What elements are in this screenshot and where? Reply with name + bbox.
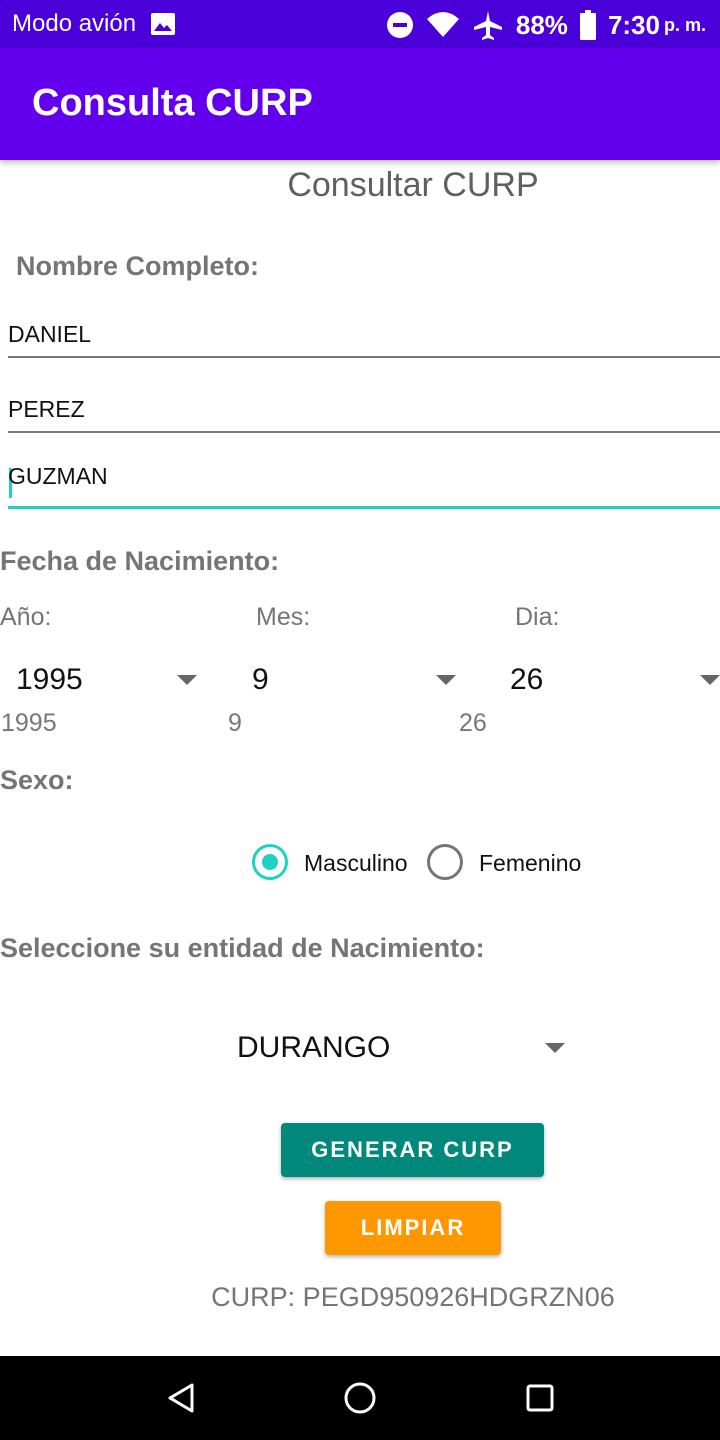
chevron-down-icon — [436, 675, 456, 685]
chevron-down-icon — [545, 1043, 565, 1053]
state-spinner[interactable]: DURANGO — [222, 1022, 582, 1076]
month-label: Mes: — [256, 603, 311, 631]
radio-masculino[interactable]: Masculino — [252, 843, 422, 883]
sex-label: Sexo: — [0, 765, 74, 795]
clock-time: 7:30 — [607, 9, 660, 40]
first-name-value: DANIEL — [8, 321, 92, 347]
radio-selected-icon — [252, 844, 288, 880]
name-label: Nombre Completo: — [16, 251, 259, 281]
radio-femenino-label: Femenino — [479, 850, 582, 876]
year-spinner[interactable]: 1995 — [0, 655, 216, 707]
radio-unselected-icon — [427, 844, 463, 880]
day-spinner-value: 26 — [510, 663, 544, 696]
clear-button[interactable]: LIMPIAR — [325, 1201, 501, 1255]
app-title: Consulta CURP — [32, 82, 313, 124]
status-bar: Modo avión 88% 7:30 p. m. — [0, 0, 720, 48]
chevron-down-icon — [177, 675, 197, 685]
navigation-bar — [0, 1356, 720, 1440]
year-spinner-value: 1995 — [16, 663, 83, 696]
radio-femenino[interactable]: Femenino — [427, 843, 597, 883]
radio-masculino-label: Masculino — [304, 850, 408, 876]
state-spinner-value: DURANGO — [237, 1031, 391, 1064]
battery-percent: 88% — [515, 9, 568, 40]
last-name-2-field[interactable]: GUZMAN — [8, 462, 720, 509]
birth-date-label: Fecha de Nacimiento: — [0, 546, 280, 576]
status-right-group: 88% 7:30 p. m. — [386, 8, 706, 42]
chevron-down-icon — [700, 675, 720, 685]
last-name-2-value: GUZMAN — [8, 463, 108, 489]
month-spinner[interactable]: 9 — [236, 655, 476, 707]
month-spinner-value: 9 — [252, 663, 269, 696]
status-airplane-mode-text: Modo avión — [12, 10, 137, 37]
airplane-icon — [473, 11, 502, 40]
day-spinner[interactable]: 26 — [494, 655, 720, 707]
wifi-icon — [426, 12, 459, 37]
back-icon[interactable] — [166, 1382, 196, 1414]
page-heading: Consultar CURP — [287, 166, 539, 204]
day-echo: 26 — [459, 709, 487, 737]
curp-result: CURP: PEGD950926HDGRZN06 — [211, 1282, 615, 1312]
image-icon — [151, 13, 175, 35]
day-label: Dia: — [515, 603, 560, 631]
last-name-2-value-wrap: GUZMAN — [8, 463, 108, 498]
last-name-1-value: PEREZ — [8, 396, 85, 422]
month-echo: 9 — [228, 709, 242, 737]
home-icon[interactable] — [343, 1381, 377, 1415]
year-label: Año: — [0, 603, 52, 631]
generate-curp-button[interactable]: GENERAR CURP — [281, 1123, 544, 1177]
app-bar: Consulta CURP — [0, 48, 720, 160]
battery-icon — [579, 10, 596, 40]
last-name-1-field[interactable]: PEREZ — [8, 387, 720, 433]
clock-ampm: p. m. — [663, 14, 706, 35]
do-not-disturb-icon — [386, 12, 413, 38]
recents-icon[interactable] — [526, 1384, 554, 1412]
state-label: Seleccione su entidad de Nacimiento: — [0, 933, 485, 963]
first-name-field[interactable]: DANIEL — [8, 312, 720, 358]
year-echo: 1995 — [1, 709, 57, 737]
